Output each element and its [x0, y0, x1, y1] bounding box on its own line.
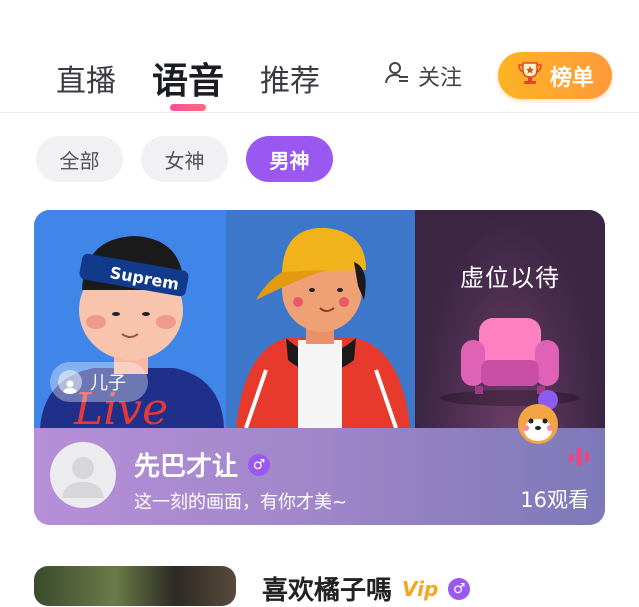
user-add-icon: [384, 60, 410, 92]
tab-live[interactable]: 直播: [56, 56, 116, 100]
voice-room-card-2-cover[interactable]: [34, 566, 236, 606]
tab-voice[interactable]: 语音: [152, 52, 224, 104]
room-title: 先巴才让: [134, 452, 239, 482]
follow-button[interactable]: 关注: [384, 60, 462, 92]
seat-2-illustration: [226, 210, 415, 428]
follow-label: 关注: [418, 66, 463, 91]
filter-all[interactable]: 全部: [36, 136, 123, 182]
seat-name-badge: 儿子: [50, 362, 148, 402]
category-filters: 全部 女神 男神: [36, 136, 333, 182]
seat-name: 儿子: [90, 373, 126, 394]
active-tab-indicator: [170, 104, 206, 111]
seat-1[interactable]: Live Suprem 儿子: [34, 210, 226, 428]
shiba-dog-icon: [518, 390, 558, 444]
room-description: 这一刻的画面，有你才美~: [134, 492, 348, 513]
room2-male-gender-icon: ♂: [448, 577, 471, 600]
vip-badge: Vip: [402, 576, 439, 601]
filter-male-god[interactable]: 男神: [246, 136, 333, 182]
filter-goddess[interactable]: 女神: [141, 136, 228, 182]
seat-2[interactable]: [226, 210, 415, 428]
room2-title: 喜欢橘子嗎: [262, 576, 393, 606]
user-icon: [58, 370, 82, 394]
host-avatar[interactable]: [50, 442, 116, 508]
tab-recommend[interactable]: 推荐: [260, 56, 320, 100]
room-title-row: 先巴才让 ♂: [134, 446, 271, 483]
room2-title-row: 喜欢橘子嗎 Vip ♂: [262, 570, 471, 607]
top-bar: 直播 语音 推荐 关注 榜单: [0, 0, 639, 113]
voice-room-card[interactable]: Live Suprem 儿子 虚位以待 先巴才让 ♂ 这一刻的画面，有你才美~ …: [34, 210, 605, 525]
male-gender-icon: ♂: [248, 453, 271, 476]
viewer-count: 16观看: [520, 488, 589, 512]
rank-button[interactable]: 榜单: [498, 52, 612, 99]
rank-label: 榜单: [549, 65, 594, 91]
audio-wave-icon: [569, 448, 589, 466]
trophy-icon: [516, 59, 544, 93]
